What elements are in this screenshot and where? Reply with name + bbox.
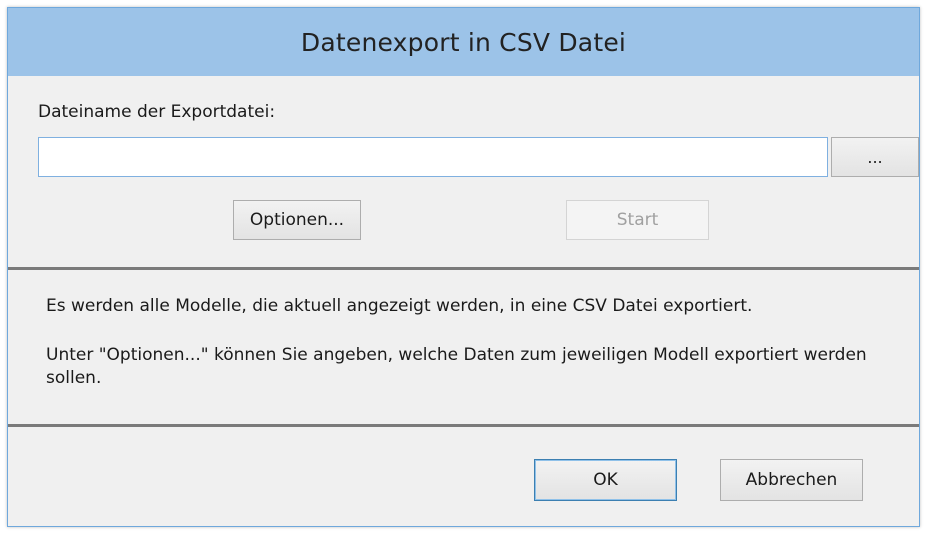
ok-button[interactable]: OK [534, 459, 677, 501]
browse-button[interactable]: ... [831, 137, 919, 177]
filename-label: Dateiname der Exportdatei: [38, 102, 276, 122]
separator-top [8, 267, 919, 270]
info-text-options: Unter "Optionen..." können Sie angeben, … [46, 345, 867, 388]
title-bar[interactable]: Datenexport in CSV Datei [8, 8, 919, 76]
start-button[interactable]: Start [566, 200, 709, 240]
filename-input[interactable] [38, 137, 828, 177]
options-button[interactable]: Optionen... [233, 200, 361, 240]
info-text-models: Es werden alle Modelle, die aktuell ange… [46, 296, 753, 316]
dialog-title: Datenexport in CSV Datei [300, 27, 627, 57]
separator-bottom [8, 424, 919, 427]
cancel-button[interactable]: Abbrechen [720, 459, 863, 501]
export-dialog: Datenexport in CSV Datei Dateiname der E… [7, 7, 920, 527]
